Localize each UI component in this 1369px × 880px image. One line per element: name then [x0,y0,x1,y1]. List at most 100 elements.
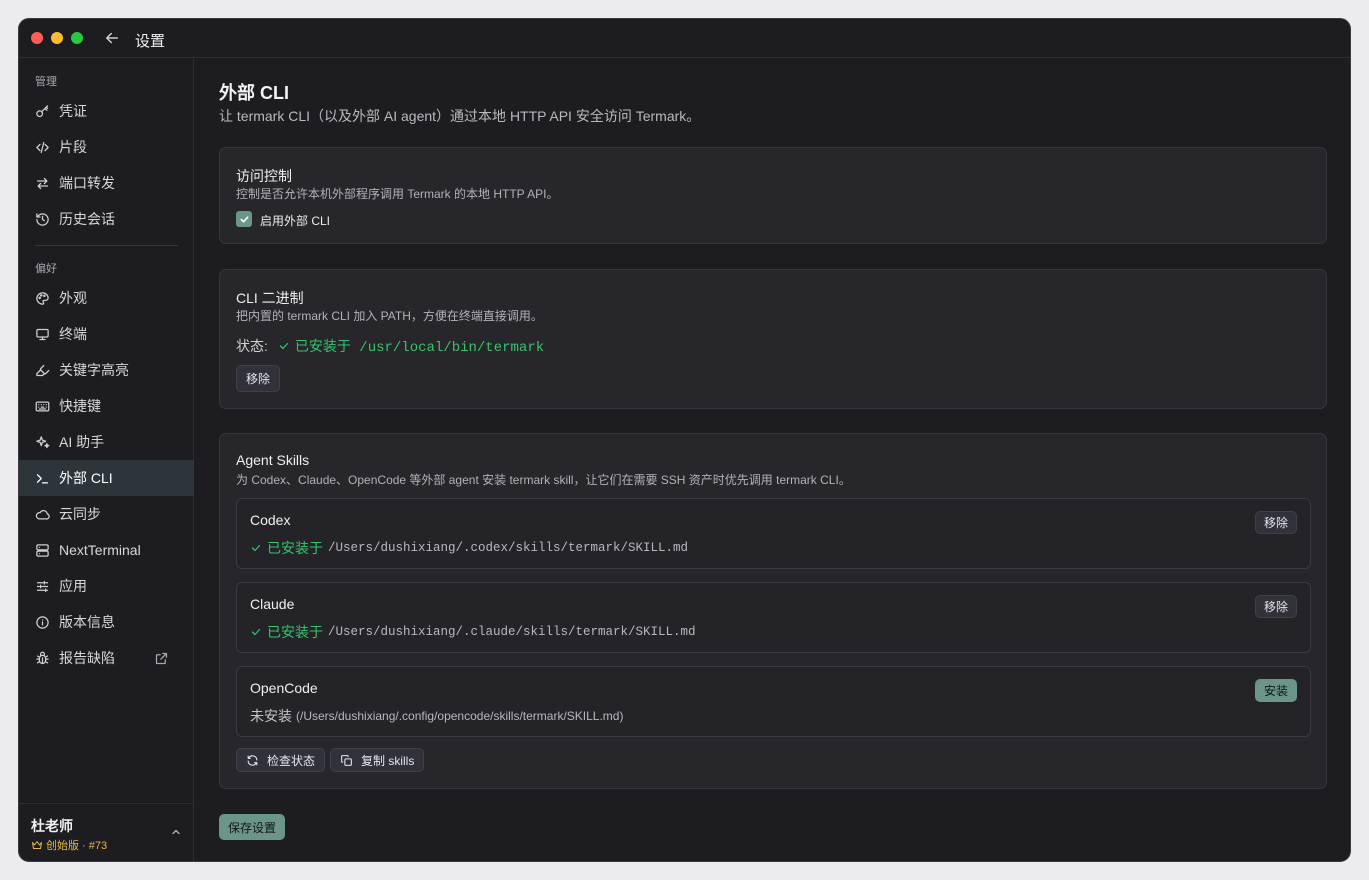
skill-claude: Claude 已安装于 /Users/dushixiang/.claude/sk… [236,582,1311,653]
install-opencode-skill-button[interactable]: 安装 [1254,679,1297,702]
sidebar-item-nextterminal[interactable]: NextTerminal [19,532,194,568]
sidebar: 管理 凭证 片段 端口转发 历史会话 偏好 外观 终端 关键字高亮 快捷键 AI… [19,59,194,861]
check-icon [251,628,261,636]
skill-codex: Codex 已安装于 /Users/dushixiang/.codex/skil… [236,498,1311,569]
sidebar-section-preferences: 偏好 [35,263,57,275]
remove-codex-skill-button[interactable]: 移除 [1254,511,1297,534]
user-name: 杜老师 [31,818,73,834]
sidebar-item-credentials[interactable]: 凭证 [19,93,194,129]
title-bar: 设置 [19,19,1350,58]
bug-icon [36,651,49,664]
settings-window: 设置 管理 凭证 片段 端口转发 历史会话 偏好 外观 终端 关键字高亮 快捷键… [18,18,1351,862]
skill-opencode: OpenCode 未安装 (/Users/dushixiang/.config/… [236,666,1311,737]
sidebar-item-cloud-sync[interactable]: 云同步 [19,496,194,532]
skill-status-text: 已安装于 [267,540,323,556]
card-description: 为 Codex、Claude、OpenCode 等外部 agent 安装 ter… [236,473,851,487]
refresh-icon [247,754,258,766]
sidebar-item-appearance[interactable]: 外观 [19,280,194,316]
sidebar-item-version-info[interactable]: 版本信息 [19,604,194,640]
check-status-label: 检查状态 [267,753,316,768]
skill-name: OpenCode [250,680,318,696]
sidebar-item-shortcuts[interactable]: 快捷键 [19,388,194,424]
sidebar-item-terminal[interactable]: 终端 [19,316,194,352]
binary-status: 状态: 已安装于 /usr/local/bin/termark [236,336,544,356]
minimize-window-button[interactable] [51,32,63,44]
check-icon [251,544,261,552]
sidebar-item-label: 关键字高亮 [59,362,129,378]
sparkles-icon [36,435,50,448]
sidebar-item-label: NextTerminal [59,542,141,558]
sidebar-item-label: 凭证 [59,103,87,119]
remove-claude-skill-button[interactable]: 移除 [1254,595,1297,618]
skill-path: /Users/dushixiang/.claude/skills/termark… [328,625,696,639]
sidebar-item-port-forwarding[interactable]: 端口转发 [19,165,194,201]
page-subtitle: 让 termark CLI（以及外部 AI agent）通过本地 HTTP AP… [219,108,701,124]
status-value: 已安装于 /usr/local/bin/termark [294,340,545,356]
close-window-button[interactable] [31,32,43,44]
sidebar-item-label: 外部 CLI [59,470,113,486]
sidebar-item-label: 外观 [59,290,87,306]
sliders-icon [36,580,49,592]
skill-status: 已安装于 /Users/dushixiang/.codex/skills/ter… [250,538,688,558]
sidebar-item-label: 端口转发 [59,175,115,191]
skill-name: Codex [250,512,291,528]
sidebar-item-label: 快捷键 [59,398,101,414]
external-link-icon [155,652,168,665]
sidebar-item-label: 应用 [59,578,87,594]
sidebar-divider [35,245,178,246]
cloud-icon [35,509,50,520]
server-icon [36,543,49,557]
sidebar-section-manage: 管理 [35,76,57,88]
sidebar-item-label: 报告缺陷 [59,650,115,666]
sidebar-item-report-bug[interactable]: 报告缺陷 [19,640,194,676]
remove-binary-button[interactable]: 移除 [236,365,281,392]
code-icon [36,141,49,153]
copy-skills-button[interactable]: 复制 skills [330,748,425,772]
skill-path: /Users/dushixiang/.codex/skills/termark/… [328,541,689,555]
check-icon [279,342,289,350]
skill-path: (/Users/dushixiang/.config/opencode/skil… [296,709,624,723]
sidebar-item-label: 云同步 [59,506,101,522]
copy-icon [341,754,352,766]
check-status-button[interactable]: 检查状态 [236,748,326,772]
arrows-icon [36,177,49,189]
skill-status: 已安装于 /Users/dushixiang/.claude/skills/te… [250,622,696,642]
sidebar-item-ai-assistant[interactable]: AI 助手 [19,424,194,460]
sidebar-item-label: 片段 [59,139,87,155]
sidebar-item-label: 历史会话 [59,211,115,227]
info-icon [36,615,49,629]
card-description: 控制是否允许本机外部程序调用 Termark 的本地 HTTP API。 [236,187,559,201]
sidebar-item-keyword-highlight[interactable]: 关键字高亮 [19,352,194,388]
user-profile[interactable]: 杜老师 创始版 · #73 [19,803,194,861]
sidebar-item-label: AI 助手 [59,434,105,450]
agent-skills-card: Agent Skills 为 Codex、Claude、OpenCode 等外部… [219,433,1327,789]
enable-external-cli-checkbox[interactable] [236,211,252,227]
main-content: 外部 CLI 让 termark CLI（以及外部 AI agent）通过本地 … [195,59,1350,861]
sidebar-item-application[interactable]: 应用 [19,568,194,604]
user-tier-badge: 创始版 · #73 [31,837,107,853]
chevron-up-icon[interactable] [170,826,182,838]
keyboard-icon [35,401,50,411]
access-control-card: 访问控制 控制是否允许本机外部程序调用 Termark 的本地 HTTP API… [219,147,1327,244]
status-label: 状态: [236,338,268,354]
skill-status-text: 未安装 [250,708,292,724]
crown-icon [32,841,42,849]
sidebar-item-label: 终端 [59,326,87,342]
sidebar-item-external-cli[interactable]: 外部 CLI [19,460,194,496]
copy-skills-label: 复制 skills [361,753,415,768]
cli-binary-card: CLI 二进制 把内置的 termark CLI 加入 PATH，方便在终端直接… [219,269,1327,409]
palette-icon [36,291,49,305]
page-title: 外部 CLI [219,83,289,103]
terminal-prompt-icon [36,473,49,483]
maximize-window-button[interactable] [71,32,83,44]
monitor-icon [36,328,49,340]
back-arrow-icon[interactable] [103,29,121,47]
skill-status-text: 已安装于 [267,624,323,640]
sidebar-item-history[interactable]: 历史会话 [19,201,194,237]
check-icon [239,215,249,223]
sidebar-item-label: 版本信息 [59,614,115,630]
save-settings-button[interactable]: 保存设置 [219,814,286,840]
skill-name: Claude [250,596,295,612]
sidebar-item-snippets[interactable]: 片段 [19,129,194,165]
enable-external-cli-label[interactable]: 启用外部 CLI [260,212,330,229]
